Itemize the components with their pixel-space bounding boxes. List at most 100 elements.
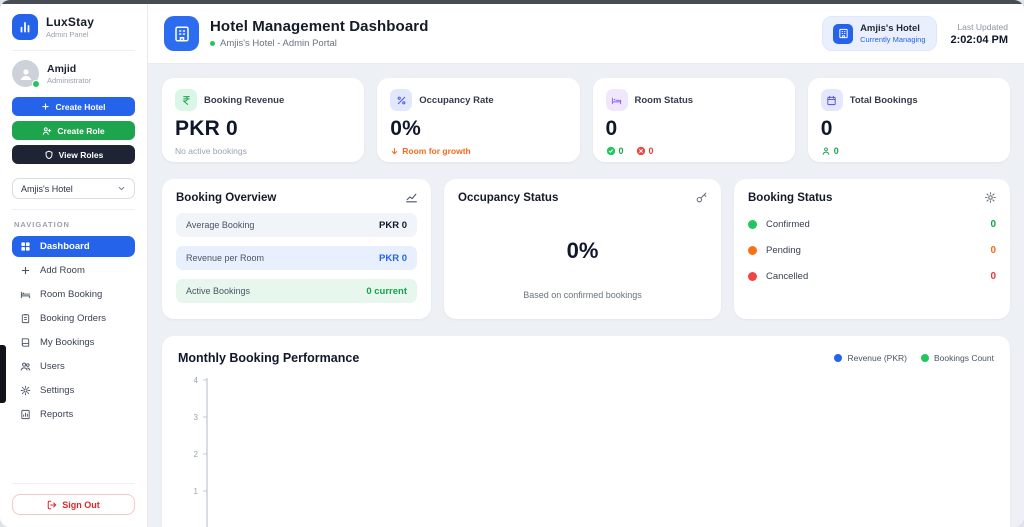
occupancy-rate-card: Occupancy Rate 0% Room for growth: [377, 78, 580, 162]
page-subtitle: Amjis's Hotel - Admin Portal: [210, 38, 822, 49]
sign-out-button[interactable]: Sign Out: [12, 494, 135, 515]
users-icon: [20, 361, 31, 372]
book-icon: [20, 337, 31, 348]
stat-value: 0: [820, 117, 833, 140]
last-updated-label: Last Updated: [957, 21, 1008, 32]
header: Hotel Management Dashboard Amjis's Hotel…: [148, 4, 1024, 64]
card-title: Occupancy Status: [458, 192, 559, 204]
create-role-label: Create Role: [57, 125, 105, 136]
view-roles-button[interactable]: View Roles: [12, 145, 135, 164]
create-hotel-button[interactable]: Create Hotel: [12, 97, 135, 116]
stat-label: Occupancy Rate: [419, 94, 494, 106]
overview-row-label: Active Bookings: [186, 286, 251, 296]
stat-value: 0: [605, 117, 618, 140]
create-role-button[interactable]: Create Role: [12, 121, 135, 140]
nav-section-label: NAVIGATION: [14, 220, 70, 229]
sidebar-item-add-room[interactable]: Add Room: [12, 260, 135, 281]
pending-dot: [748, 246, 757, 255]
signout-section: Sign Out: [12, 483, 135, 515]
status-dot: [210, 41, 215, 46]
stat-note: No active bookings: [175, 146, 247, 156]
key-icon: [695, 191, 708, 209]
stat-value: PKR 0: [175, 117, 238, 140]
online-status-dot: [32, 80, 40, 88]
sidebar-item-settings[interactable]: Settings: [12, 380, 135, 401]
hotel-select[interactable]: Amjis's Hotel: [12, 178, 135, 199]
shield-icon: [45, 150, 53, 159]
overview-row-active-bookings: Active Bookings 0 current: [176, 279, 417, 303]
hotel-select-value: Amjis's Hotel: [21, 183, 73, 194]
nav-item-label: Settings: [40, 385, 75, 396]
person-icon: [822, 147, 830, 155]
legend-dot-bookings: [920, 354, 929, 362]
middle-row: Booking Overview Average Booking PKR 0 R…: [162, 179, 1010, 319]
scrollbar-thumb[interactable]: [0, 345, 6, 403]
sidebar-item-users[interactable]: Users: [12, 356, 135, 377]
cancelled-dot: [748, 272, 757, 281]
report-icon: [20, 409, 31, 420]
sign-out-label: Sign Out: [62, 499, 100, 510]
nav-item-label: Booking Orders: [40, 313, 107, 324]
person-icon: [20, 68, 31, 80]
hotel-icon: [164, 16, 199, 51]
total-bookings-card: Total Bookings 0 0: [807, 78, 1010, 162]
occupancy-value: 0%: [566, 238, 599, 263]
booking-revenue-card: Booking Revenue PKR 0 No active bookings: [162, 78, 365, 162]
nav-item-label: Dashboard: [40, 241, 90, 252]
sidebar-item-dashboard[interactable]: Dashboard: [12, 236, 135, 257]
stat-note-text: Room for growth: [402, 146, 471, 156]
nav-item-label: Users: [40, 361, 65, 372]
x-circle-icon: [636, 146, 645, 156]
y-tick-2: 2: [194, 450, 199, 459]
plus-icon: [20, 265, 31, 276]
y-tick-3: 3: [194, 413, 199, 422]
status-value: 0: [990, 245, 996, 256]
chart-legend: Revenue (PKR) Bookings Count: [834, 353, 994, 363]
brand-subtitle: Admin Panel: [46, 30, 89, 39]
occupied-chip: 0: [636, 146, 654, 156]
overview-row-label: Average Booking: [186, 220, 255, 230]
overview-row-revenue-per-room: Revenue per Room PKR 0: [176, 246, 417, 270]
status-label: Confirmed: [766, 219, 810, 230]
rupee-icon: [175, 89, 197, 111]
occupancy-status-card: Occupancy Status 0% Based on confirmed b…: [444, 179, 721, 319]
current-hotel-badge[interactable]: Amjis's Hotel Currently Managing: [822, 16, 937, 51]
create-hotel-label: Create Hotel: [55, 101, 106, 112]
stat-note: Room for growth: [390, 146, 566, 156]
guests-breakdown: 0: [821, 146, 997, 156]
sidebar-item-reports[interactable]: Reports: [12, 404, 135, 425]
booking-status-row-confirmed: Confirmed 0: [748, 219, 996, 230]
arrow-down-icon: [392, 147, 398, 154]
chevron-down-icon: [118, 186, 125, 191]
card-title: Booking Status: [748, 192, 833, 204]
sidebar-item-booking-orders[interactable]: Booking Orders: [12, 308, 135, 329]
chart-plot-area: 4 3 2 1: [194, 376, 208, 527]
y-tick-4: 4: [194, 376, 199, 385]
status-label: Cancelled: [766, 271, 809, 282]
stat-value: 0%: [390, 117, 422, 140]
main-content: Booking Revenue PKR 0 No active bookings…: [148, 64, 1024, 527]
available-count: 0: [618, 146, 624, 156]
status-value: 0: [990, 271, 996, 282]
chart-title: Monthly Booking Performance: [178, 351, 360, 365]
bed-icon: [605, 89, 628, 111]
sidebar-item-my-bookings[interactable]: My Bookings: [12, 332, 135, 353]
stats-row: Booking Revenue PKR 0 No active bookings…: [162, 78, 1010, 162]
room-status-breakdown: 0 0: [606, 146, 782, 156]
y-tick-1: 1: [194, 487, 199, 496]
legend-label: Bookings Count: [933, 353, 994, 363]
occupancy-note: Based on confirmed bookings: [523, 290, 642, 300]
last-updated-time: 2:02:04 PM: [950, 33, 1008, 46]
guests-count: 0: [833, 146, 839, 156]
brand-name: LuxStay: [46, 15, 95, 29]
user-profile: Amjid Administrator: [12, 51, 135, 97]
gear-icon: [20, 385, 31, 396]
grid-icon: [20, 241, 31, 252]
user-plus-icon: [43, 126, 52, 135]
nav-item-label: Room Booking: [40, 289, 103, 300]
overview-row-value: PKR 0: [379, 252, 407, 264]
last-updated: Last Updated 2:02:04 PM: [951, 22, 1008, 46]
legend-revenue: Revenue (PKR): [834, 353, 907, 363]
sidebar-item-room-booking[interactable]: Room Booking: [12, 284, 135, 305]
booking-overview-card: Booking Overview Average Booking PKR 0 R…: [162, 179, 431, 319]
